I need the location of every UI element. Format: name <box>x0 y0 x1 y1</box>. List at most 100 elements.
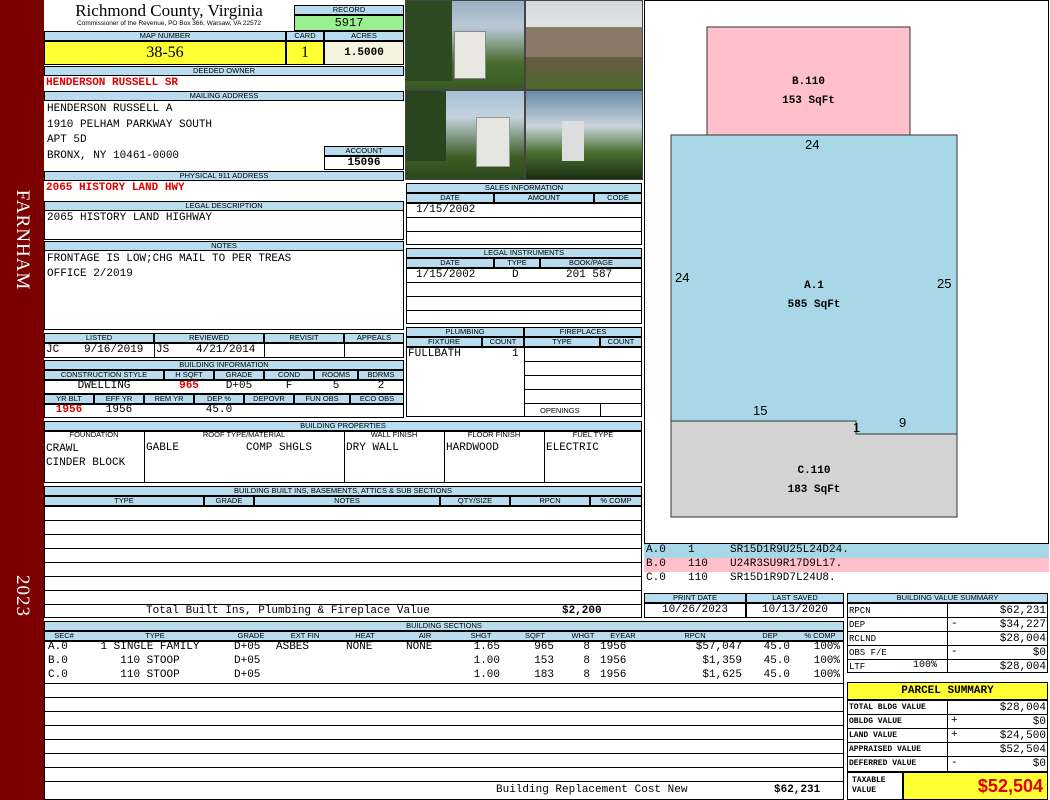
section-rpcn: $57,047 <box>695 641 742 653</box>
print-date: 10/26/2023 <box>644 603 746 618</box>
bvs-dep: $34,227 <box>999 619 1046 631</box>
listed-label: LISTED <box>44 333 154 343</box>
code-number: 110 <box>688 572 708 584</box>
building-properties-label: BUILDING PROPERTIES <box>44 421 642 431</box>
acres-label: ACRES <box>324 31 404 41</box>
code-section: B.0 <box>646 558 666 570</box>
section-eyear: 1956 <box>600 641 627 653</box>
record-label: RECORD <box>294 5 404 15</box>
building-value-summary-label: BUILDING VALUE SUMMARY <box>847 593 1048 603</box>
section-grade: D+05 <box>234 655 261 667</box>
section-dep: 45.0 <box>763 655 790 667</box>
property-photo-front <box>405 0 525 90</box>
bdrms-value: 2 <box>377 380 385 392</box>
card-label: CARD <box>286 31 324 41</box>
dimension-label: 24 <box>805 137 820 152</box>
yrblt-header: YR BLT <box>44 394 94 404</box>
sketch-label-a: A.1 585 SqFt <box>671 277 957 315</box>
instrument-book-page: 201 587 <box>566 269 613 281</box>
taxable-label-line: TAXABLE <box>852 776 886 785</box>
district-sidebar: FARNHAM 2023 <box>0 0 44 800</box>
parcel-deferred: $0 <box>1032 758 1046 770</box>
sections-header-cell: WHGT <box>571 632 595 640</box>
building-sections-label: BUILDING SECTIONS <box>44 621 844 631</box>
dimension-label: 9 <box>899 415 907 430</box>
fixture-type: FULLBATH <box>408 348 461 360</box>
reviewed-date: 4/21/2014 <box>196 344 256 356</box>
instrument-date-header: DATE <box>406 258 494 268</box>
hsqft-value: 965 <box>179 380 199 392</box>
dimension-label: 1 <box>853 420 861 435</box>
county-header: Richmond County, Virginia Commissioner o… <box>46 2 292 32</box>
grade-header: GRADE <box>214 370 264 380</box>
physical-address-label: PHYSICAL 911 ADDRESS <box>44 171 404 181</box>
section-b-area: 153 SqFt <box>782 95 835 107</box>
section-grade: D+05 <box>234 641 261 653</box>
dimension-label: 24 <box>675 270 690 285</box>
sales-code-header: CODE <box>594 193 642 203</box>
section-id: A.0 <box>48 641 68 653</box>
sections-header-cell: % COMP <box>804 632 836 640</box>
sales-date-header: DATE <box>406 193 494 203</box>
section-id: B.0 <box>48 655 68 667</box>
parcel-obldg: $0 <box>1032 716 1046 728</box>
listed-date: 9/16/2019 <box>84 344 144 356</box>
fixture-header: FIXTURE <box>406 337 482 347</box>
code-string: SR15D1R9U25L24D24. <box>730 544 849 556</box>
table-row: B.0 110 STOOP D+05 1.00 153 8 1956 $1,35… <box>44 655 844 669</box>
notes-line: OFFICE 2/2019 <box>47 268 133 280</box>
sections-header-cell: EXT FIN <box>290 632 320 640</box>
sketch-codes: A.0 1 SR15D1R9U25L24D24. B.0 110 U24R3SU… <box>644 544 1049 586</box>
built-ins-total-label: Total Built Ins, Plumbing & Fireplace Va… <box>146 605 430 617</box>
map-number-label: MAP NUMBER <box>44 31 286 41</box>
section-ext-fin: ASBES <box>276 641 310 653</box>
sections-header-cell: EYEAR <box>610 632 636 640</box>
sketch-label-b: B.110 153 SqFt <box>707 73 910 111</box>
remyr-header: REM YR <box>144 394 194 404</box>
code-string: SR15D1R9D7L24U8. <box>730 572 836 584</box>
rooms-header: ROOMS <box>314 370 358 380</box>
builtin-rpcn-header: RPCN <box>510 496 590 506</box>
construction-style: DWELLING <box>77 380 131 392</box>
section-sqft: 153 <box>534 655 554 667</box>
last-saved: 10/13/2020 <box>746 603 844 618</box>
commissioner-address: Commissioner of the Revenue, PO Box 366,… <box>77 20 261 27</box>
floor-finish-header: FLOOR FINISH <box>467 431 521 439</box>
construction-style-header: CONSTRUCTION STYLE <box>44 370 164 380</box>
sketch-label-c: C.110 183 SqFt <box>671 462 957 500</box>
section-rpcn: $1,359 <box>702 655 742 667</box>
section-b-label: B.110 <box>791 76 825 88</box>
list-item: A.0 1 SR15D1R9U25L24D24. <box>644 544 1049 558</box>
district-name: FARNHAM <box>12 189 33 291</box>
section-whgt: 8 <box>583 641 590 653</box>
account-label: ACCOUNT <box>324 146 404 156</box>
list-item: B.0 110 U24R3SU9R17D9L17. <box>644 558 1049 572</box>
section-id: C.0 <box>48 669 68 681</box>
fuel-type: ELECTRIC <box>546 442 599 454</box>
deeded-owner-label: DEEDED OWNER <box>44 66 404 76</box>
code-section: C.0 <box>646 572 666 584</box>
effyr-header: EFF YR <box>94 394 144 404</box>
section-c-area: 183 SqFt <box>787 484 841 496</box>
section-type: 110 STOOP <box>120 669 180 681</box>
rooms-value: 5 <box>332 380 340 392</box>
bvs-rclnd: $28,004 <box>999 633 1046 645</box>
grade-value: D+05 <box>225 380 253 392</box>
sections-header-cell: SEC# <box>54 632 74 640</box>
parcel-deferred-label: DEFERRED VALUE <box>849 759 917 768</box>
effective-year: 1956 <box>105 404 133 416</box>
revisit-label: REVISIT <box>264 333 344 343</box>
section-grade: D+05 <box>234 669 261 681</box>
sections-header-cell: AIR <box>418 632 432 640</box>
map-number: 38-56 <box>44 41 286 65</box>
code-string: U24R3SU9R17D9L17. <box>730 558 843 570</box>
bvs-rclnd-label: RCLND <box>849 634 877 644</box>
built-ins-total: $2,200 <box>562 605 602 617</box>
dep-percent: 45.0 <box>205 404 233 416</box>
section-sqft: 965 <box>534 641 554 653</box>
section-eyear: 1956 <box>600 669 627 681</box>
foundation-type: CRAWL <box>46 443 80 455</box>
parcel-total-bldg: $28,004 <box>999 702 1046 714</box>
parcel-summary-title: PARCEL SUMMARY <box>847 682 1048 700</box>
sections-header-cell: DEP <box>762 632 778 640</box>
